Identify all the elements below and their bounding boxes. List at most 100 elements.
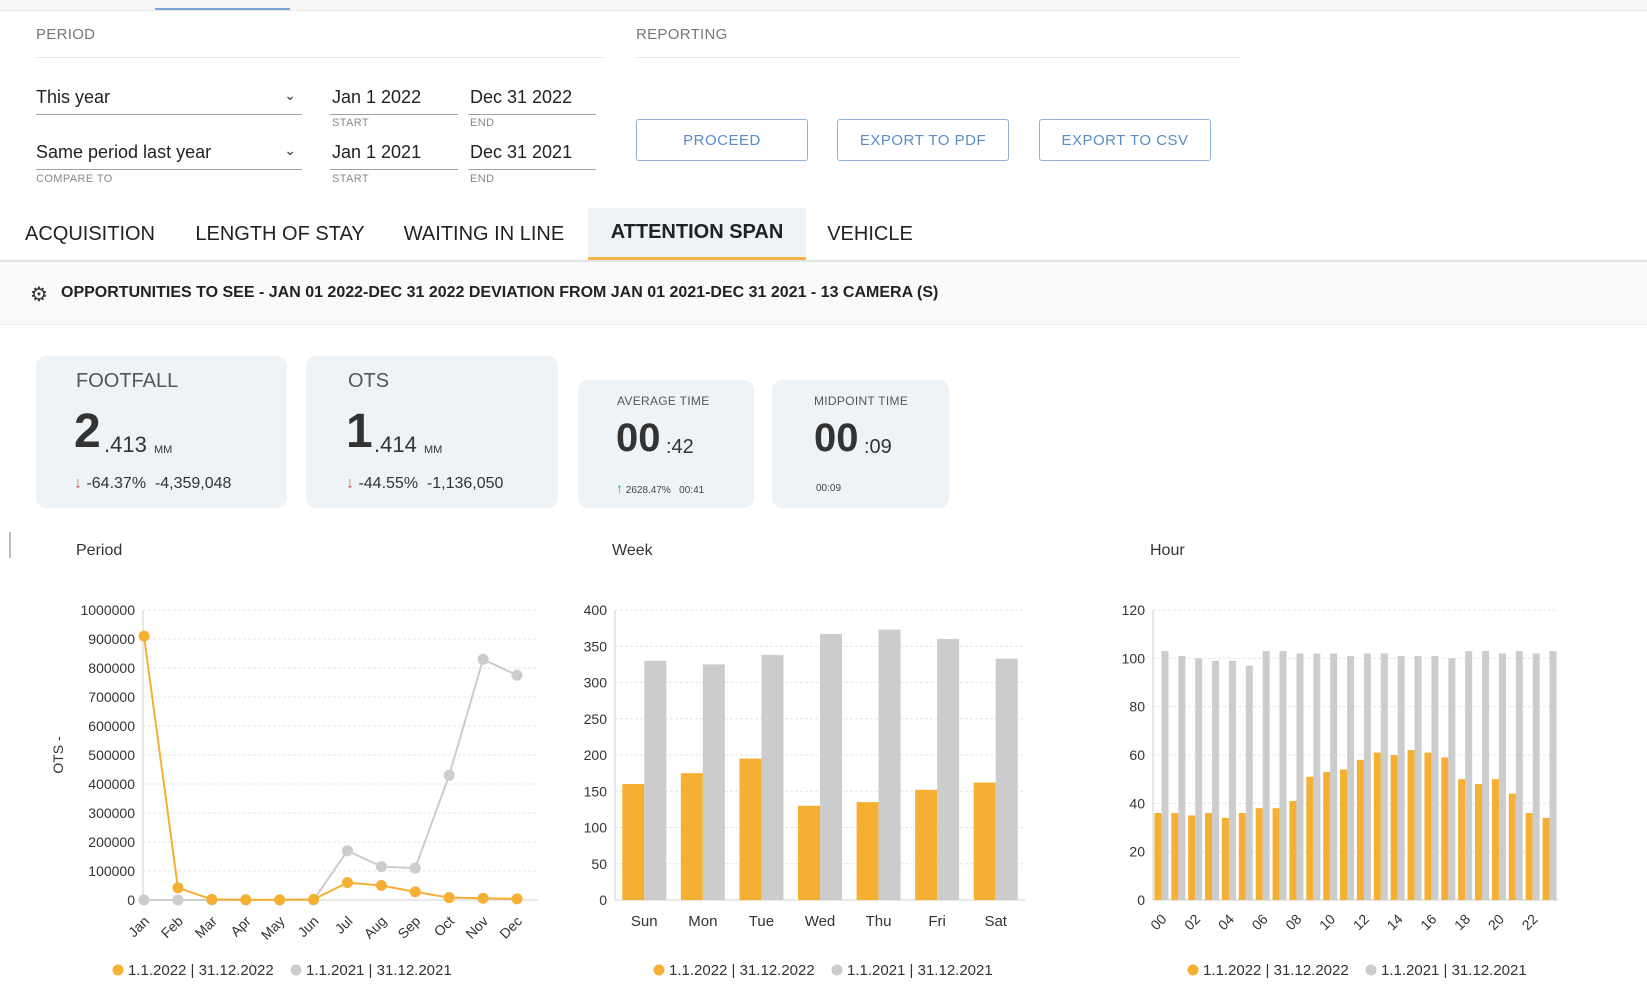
period-start-label: START (332, 117, 370, 129)
bar (622, 784, 645, 900)
footfall-value-decimal: .413 (104, 432, 147, 457)
x-tick-label: 02 (1181, 911, 1203, 933)
bar (1289, 800, 1297, 900)
data-point (274, 894, 286, 906)
bar (1515, 651, 1523, 900)
y-tick-label: 350 (584, 638, 608, 654)
average-time-main: 00 (616, 416, 661, 460)
average-time-seconds: :42 (666, 436, 694, 458)
bar (644, 660, 667, 900)
bar (1262, 651, 1270, 900)
bar (1363, 653, 1371, 900)
report-banner: ⚙ OPPORTUNITIES TO SEE - JAN 01 2022-DEC… (0, 262, 1647, 325)
bar (995, 658, 1018, 900)
bar (1482, 651, 1490, 900)
data-point (240, 894, 252, 906)
compare-start-date[interactable]: Jan 1 2021 (330, 135, 458, 170)
compare-select[interactable]: Same period last year ⌄ (36, 135, 302, 170)
legend-label: 1.1.2021 | 31.12.2021 (847, 962, 993, 979)
tab-bar: ACQUISITION LENGTH OF STAY WAITING IN LI… (0, 208, 1647, 262)
x-tick-label: Thu (866, 913, 892, 930)
top-strip-highlight (155, 8, 290, 10)
x-tick-label: Wed (805, 913, 836, 930)
compare-end-label: END (470, 173, 495, 185)
average-time-title: AVERAGE TIME (617, 394, 710, 408)
x-tick-label: Oct (431, 913, 458, 940)
y-tick-label: 120 (1122, 602, 1146, 618)
y-tick-label: 40 (1129, 795, 1145, 811)
data-point (375, 880, 387, 891)
average-time-card: AVERAGE TIME 00 :42 ↑ 2628.47% 00:41 (578, 380, 754, 508)
bar (937, 639, 960, 900)
compare-end-date[interactable]: Dec 31 2021 (468, 135, 596, 170)
export-pdf-button[interactable]: EXPORT TO PDF (837, 119, 1009, 161)
bar (1296, 653, 1304, 900)
legend-label: 1.1.2022 | 31.12.2022 (128, 962, 274, 979)
bar (1178, 655, 1186, 900)
bar (702, 664, 725, 900)
tab-acquisition[interactable]: ACQUISITION (14, 208, 166, 260)
data-point (409, 862, 421, 874)
period-end-date[interactable]: Dec 31 2022 (468, 80, 596, 115)
bar (1542, 817, 1550, 900)
data-point (511, 669, 523, 681)
legend-marker (653, 964, 665, 976)
x-tick-label: Sat (984, 913, 1007, 930)
y-tick-label: 300 (584, 675, 608, 691)
y-tick-label: 200000 (88, 834, 135, 850)
y-tick-label: 50 (591, 856, 607, 872)
bar (1380, 653, 1388, 900)
report-banner-title: OPPORTUNITIES TO SEE - JAN 01 2022-DEC 3… (61, 284, 939, 301)
period-section-label: PERIOD (36, 26, 96, 43)
data-point (375, 861, 387, 873)
period-chart-title: Period (76, 542, 123, 559)
bar (1448, 658, 1456, 900)
bar (1390, 755, 1398, 900)
hour-bar-chart: 020406080100120OTS - K000204060810121416… (1122, 602, 1558, 979)
data-point (172, 894, 184, 906)
x-tick-label: 00 (1147, 911, 1169, 933)
legend-marker (112, 964, 124, 976)
x-tick-label: 10 (1316, 911, 1338, 933)
legend-marker (290, 964, 302, 976)
tab-waiting-in-line[interactable]: WAITING IN LINE (394, 208, 574, 260)
bar (1414, 655, 1422, 900)
bar (1508, 793, 1516, 900)
data-point (409, 886, 421, 898)
period-end-label: END (470, 117, 495, 129)
legend-label: 1.1.2022 | 31.12.2022 (669, 962, 815, 979)
y-tick-label: 100000 (88, 863, 135, 879)
period-line-chart: 0 100000 200000 300000 400000 500000 600000 700… (50, 602, 538, 979)
x-tick-label: 14 (1383, 911, 1405, 933)
midpoint-time-card: MIDPOINT TIME 00 :09 00:09 (772, 380, 949, 508)
tab-vehicle[interactable]: VEHICLE (818, 208, 922, 260)
y-tick-label: 400 (584, 602, 608, 618)
reporting-divider (636, 57, 1240, 58)
gear-icon[interactable]: ⚙ (30, 282, 48, 307)
hour-chart-title: Hour (1150, 542, 1185, 559)
bar (1525, 813, 1533, 900)
footfall-delta-pct: -64.37% (86, 475, 147, 492)
x-tick-label: 06 (1248, 911, 1270, 933)
bar (915, 789, 938, 900)
proceed-button[interactable]: PROCEED (636, 119, 808, 161)
bar (1491, 779, 1499, 900)
bar (1458, 779, 1466, 900)
x-tick-label: Apr (227, 913, 254, 940)
period-start-date[interactable]: Jan 1 2022 (330, 80, 458, 115)
midpoint-time-seconds: :09 (864, 436, 892, 458)
legend-label: 1.1.2022 | 31.12.2022 (1203, 962, 1349, 979)
tab-length-of-stay[interactable]: LENGTH OF STAY (190, 208, 370, 260)
export-csv-button[interactable]: EXPORT TO CSV (1039, 119, 1211, 161)
bar (1245, 665, 1253, 900)
data-point (443, 769, 455, 781)
tab-attention-span[interactable]: ATTENTION SPAN (588, 208, 806, 260)
period-select[interactable]: This year ⌄ (36, 80, 302, 115)
bar (1330, 653, 1338, 900)
period-start-value: Jan 1 2022 (332, 87, 422, 107)
midpoint-time-title: MIDPOINT TIME (814, 394, 909, 408)
x-tick-label: May (258, 913, 288, 943)
bar (820, 633, 842, 900)
legend-marker (831, 964, 843, 976)
midpoint-time-main: 00 (814, 416, 859, 460)
